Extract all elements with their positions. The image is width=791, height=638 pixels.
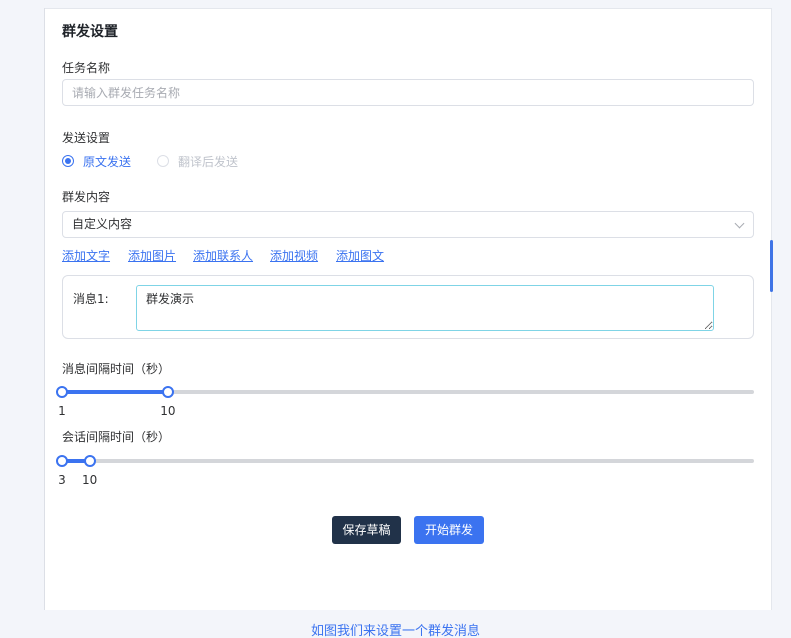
slider-handle-max[interactable] bbox=[83, 455, 96, 467]
radio-original-send-label: 原文发送 bbox=[83, 154, 132, 169]
slider-fill bbox=[62, 390, 168, 394]
save-draft-button[interactable]: 保存草稿 bbox=[332, 516, 401, 544]
session-interval-slider[interactable] bbox=[56, 454, 754, 468]
message-interval-max-value: 10 bbox=[160, 404, 176, 418]
task-name-label: 任务名称 bbox=[62, 61, 111, 75]
send-settings-label: 发送设置 bbox=[62, 131, 111, 145]
radio-translated-send-label: 翻译后发送 bbox=[178, 154, 239, 169]
page-title: 群发设置 bbox=[62, 24, 118, 40]
add-video-link[interactable]: 添加视频 bbox=[270, 247, 318, 264]
session-interval-label: 会话间隔时间（秒） bbox=[62, 430, 171, 444]
chevron-down-icon bbox=[734, 218, 745, 229]
message-interval-label: 消息间隔时间（秒） bbox=[62, 362, 171, 376]
content-type-select[interactable]: 自定义内容 bbox=[62, 211, 754, 238]
add-article-link[interactable]: 添加图文 bbox=[336, 247, 384, 264]
slider-track bbox=[62, 459, 754, 463]
add-text-link[interactable]: 添加文字 bbox=[62, 247, 110, 264]
radio-checked-icon bbox=[62, 155, 74, 167]
session-interval-min-value: 3 bbox=[58, 473, 66, 487]
message-textarea[interactable] bbox=[136, 285, 714, 331]
radio-original-send[interactable]: 原文发送 bbox=[62, 153, 131, 169]
message-label: 消息1: bbox=[73, 292, 109, 306]
add-image-link[interactable]: 添加图片 bbox=[128, 247, 176, 264]
scrollbar-thumb[interactable] bbox=[770, 240, 773, 292]
message-interval-slider[interactable] bbox=[56, 385, 754, 399]
add-contact-link[interactable]: 添加联系人 bbox=[193, 247, 253, 264]
slider-handle-max[interactable] bbox=[161, 386, 174, 398]
caption-text: 如图我们来设置一个群发消息 bbox=[310, 624, 480, 638]
content-label: 群发内容 bbox=[62, 190, 111, 204]
slider-handle-min[interactable] bbox=[56, 386, 68, 398]
content-type-selected: 自定义内容 bbox=[72, 217, 133, 231]
session-interval-max-value: 10 bbox=[82, 473, 98, 487]
task-name-input[interactable] bbox=[62, 79, 754, 106]
panel-top-border bbox=[45, 8, 771, 9]
message-interval-min-value: 1 bbox=[58, 404, 66, 418]
radio-translated-send[interactable]: 翻译后发送 bbox=[157, 153, 238, 169]
radio-unchecked-icon bbox=[157, 155, 169, 167]
message-box: 消息1: bbox=[62, 275, 754, 339]
start-broadcast-button[interactable]: 开始群发 bbox=[414, 516, 484, 544]
slider-handle-min[interactable] bbox=[56, 455, 68, 467]
